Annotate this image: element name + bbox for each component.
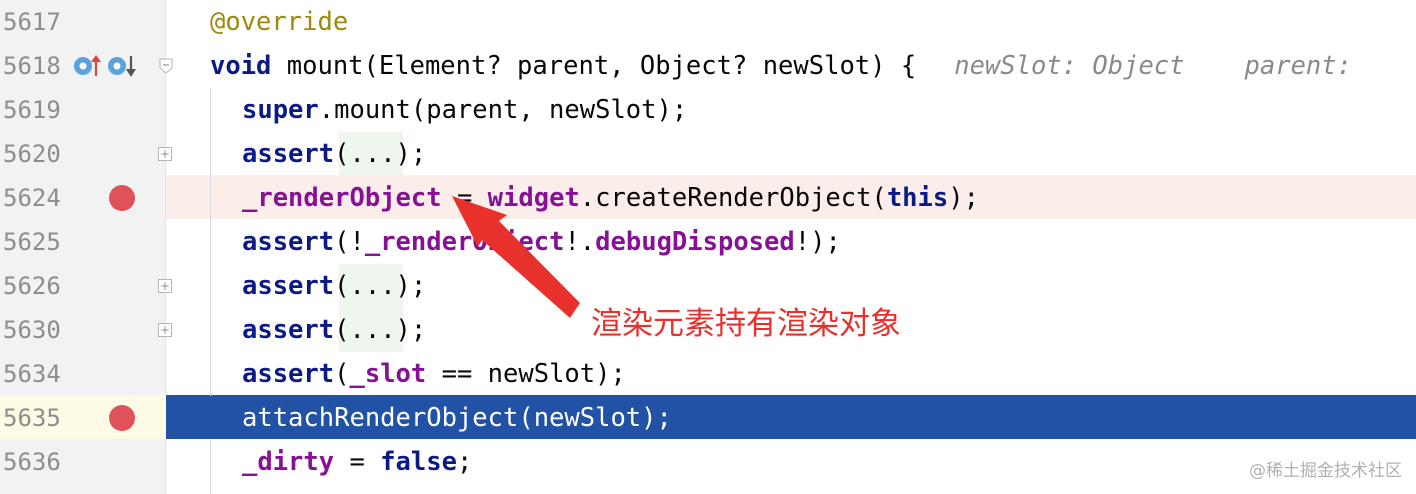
callout-label: 渲染元素持有渲染对象 (591, 306, 901, 342)
watermark: @稀土掘金技术社区 (1249, 461, 1402, 481)
callout-arrow (452, 196, 580, 318)
